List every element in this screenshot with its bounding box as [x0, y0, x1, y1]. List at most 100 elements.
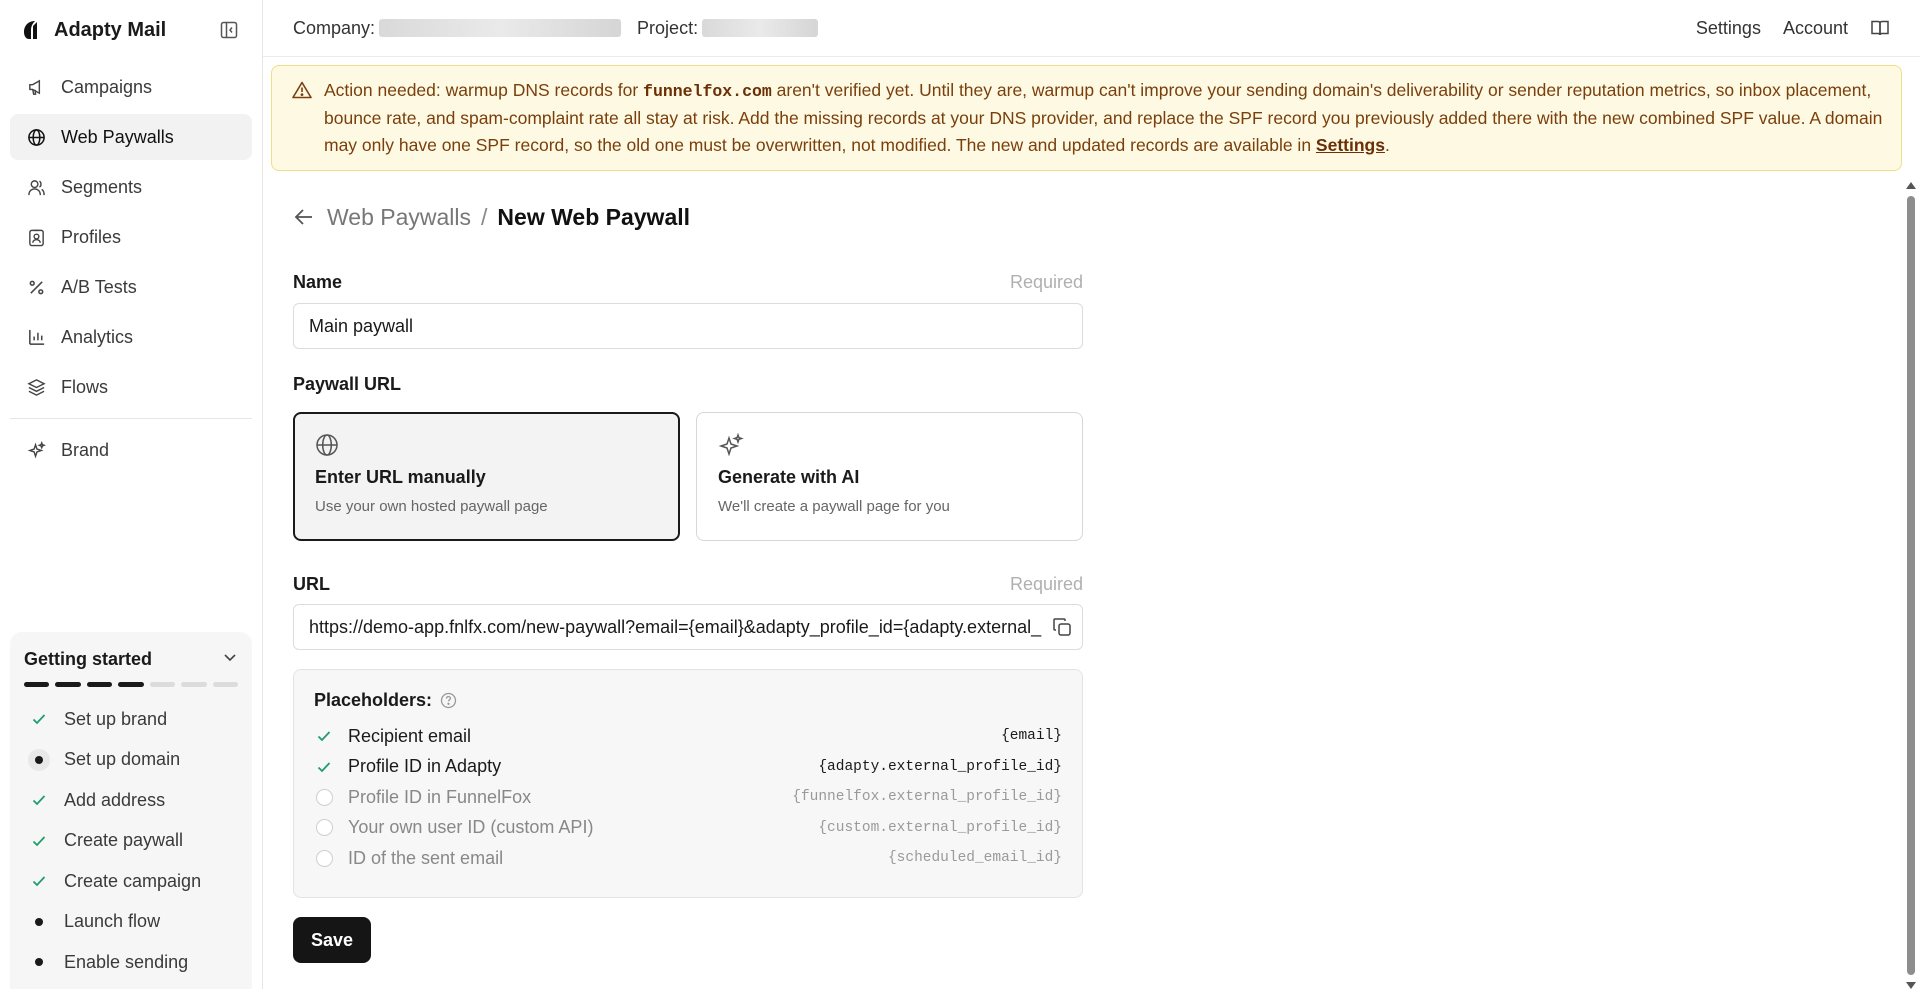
progress-segment: [24, 682, 50, 687]
globe-icon: [315, 433, 658, 457]
url-required-hint: Required: [1009, 574, 1083, 594]
progress-segment: [86, 682, 113, 687]
sidebar-item-campaigns[interactable]: Campaigns: [10, 64, 252, 110]
placeholder-row-sent-email-id[interactable]: ID of the sent email {scheduled_email_id…: [314, 843, 1062, 874]
check-icon: [28, 870, 50, 892]
project-label: Project:: [637, 17, 699, 38]
breadcrumb-separator: /: [481, 203, 488, 230]
company-selector[interactable]: [379, 19, 622, 37]
progress-segment: [212, 682, 238, 687]
chevron-down-icon[interactable]: [222, 649, 238, 670]
name-input-value: Main paywall: [309, 315, 414, 336]
main-nav: Campaigns Web Paywalls Segments Profiles: [0, 64, 262, 473]
sidebar-item-flows[interactable]: Flows: [10, 364, 252, 410]
placeholder-row-funnelfox-profile-id[interactable]: Profile ID in FunnelFox {funnelfox.exter…: [314, 782, 1062, 813]
top-right-actions: Settings Account: [1696, 18, 1890, 39]
gs-item-create-paywall[interactable]: Create paywall: [24, 821, 238, 862]
radio-empty-icon: [314, 818, 334, 838]
check-icon: [314, 726, 334, 746]
sidebar-item-segments[interactable]: Segments: [10, 164, 252, 210]
name-label: Name: [293, 272, 343, 292]
sidebar-item-label: A/B Tests: [61, 276, 137, 297]
scroll-down-arrow-icon[interactable]: [1906, 982, 1916, 989]
scrollbar[interactable]: [1906, 182, 1916, 989]
sidebar-divider: [10, 418, 252, 419]
copy-icon[interactable]: [1052, 617, 1072, 637]
option-title: Enter URL manually: [315, 467, 486, 487]
gs-item-label: Launch flow: [64, 911, 161, 932]
name-input[interactable]: Main paywall: [293, 303, 1083, 349]
getting-started-header[interactable]: Getting started: [24, 646, 238, 672]
placeholder-label: Recipient email: [348, 725, 472, 746]
percent-icon: [26, 277, 46, 297]
placeholder-label: Profile ID in Adapty: [348, 756, 502, 777]
sidebar-item-web-paywalls[interactable]: Web Paywalls: [10, 114, 252, 160]
placeholder-row-recipient-email[interactable]: Recipient email {email}: [314, 721, 1062, 752]
placeholder-row-adapty-profile-id[interactable]: Profile ID in Adapty {adapty.external_pr…: [314, 752, 1062, 783]
radio-empty-icon: [314, 848, 334, 868]
gs-item-add-address[interactable]: Add address: [24, 780, 238, 821]
alert-text-part: .: [1384, 135, 1390, 155]
option-subtitle: Use your own hosted paywall page: [315, 498, 548, 515]
gs-item-label: Set up domain: [64, 749, 181, 770]
progress-segment: [181, 682, 207, 687]
progress-segment: [55, 682, 81, 687]
radio-empty-icon: [314, 787, 334, 807]
gs-item-create-campaign[interactable]: Create campaign: [24, 861, 238, 902]
app-name: Adapty Mail: [54, 18, 167, 41]
placeholder-code: {funnelfox.external_profile_id}: [792, 789, 1062, 806]
company-label: Company:: [293, 17, 376, 38]
layers-icon: [26, 377, 46, 397]
check-icon: [28, 789, 50, 811]
placeholders-title: Placeholders:: [314, 690, 1062, 711]
users-icon: [26, 177, 46, 197]
sidebar-item-profiles[interactable]: Profiles: [10, 214, 252, 260]
sidebar-item-label: Brand: [61, 439, 110, 460]
gs-item-launch-flow[interactable]: Launch flow: [24, 902, 238, 943]
settings-link[interactable]: Settings: [1696, 18, 1761, 39]
account-link[interactable]: Account: [1783, 18, 1848, 39]
progress-segment: [118, 682, 144, 687]
check-icon: [314, 757, 334, 777]
help-circle-icon[interactable]: [440, 692, 457, 709]
collapse-sidebar-icon[interactable]: [218, 19, 240, 41]
sidebar-item-label: Profiles: [61, 226, 122, 247]
gs-item-label: Add address: [64, 789, 166, 810]
getting-started-title: Getting started: [24, 648, 153, 669]
sidebar-item-ab-tests[interactable]: A/B Tests: [10, 264, 252, 310]
gs-item-set-up-domain[interactable]: Set up domain: [24, 740, 238, 781]
placeholder-label: ID of the sent email: [348, 847, 504, 868]
option-generate-with-ai[interactable]: Generate with AI We'll create a paywall …: [696, 412, 1083, 541]
back-arrow-icon[interactable]: [293, 205, 317, 229]
sidebar-item-label: Flows: [61, 376, 109, 397]
paywall-url-label-text: Paywall URL: [293, 374, 402, 394]
gs-item-label: Enable sending: [64, 951, 189, 972]
scrollbar-thumb[interactable]: [1907, 196, 1915, 975]
breadcrumb-web-paywalls[interactable]: Web Paywalls: [327, 204, 471, 231]
url-input-value: https://demo-app.fnlfx.com/new-paywall?e…: [309, 616, 1042, 637]
current-step-dot-icon: [28, 748, 50, 771]
gs-item-set-up-brand[interactable]: Set up brand: [24, 699, 238, 740]
url-label: URL: [293, 574, 330, 594]
save-button[interactable]: Save: [293, 917, 371, 963]
docs-book-icon[interactable]: [1870, 18, 1890, 38]
top-bar: Company: Project: Settings Account: [263, 0, 1920, 57]
placeholder-row-custom-user-id[interactable]: Your own user ID (custom API) {custom.ex…: [314, 813, 1062, 844]
url-input[interactable]: https://demo-app.fnlfx.com/new-paywall?e…: [293, 604, 1083, 650]
placeholder-label: Profile ID in FunnelFox: [348, 786, 532, 807]
sidebar-item-brand[interactable]: Brand: [10, 427, 252, 473]
option-enter-url-manually[interactable]: Enter URL manually Use your own hosted p…: [293, 412, 680, 541]
alert-settings-link[interactable]: Settings: [1316, 135, 1385, 155]
sidebar-item-analytics[interactable]: Analytics: [10, 314, 252, 360]
placeholder-code: {adapty.external_profile_id}: [818, 758, 1062, 775]
todo-dot-icon: [28, 951, 50, 973]
sidebar: Adapty Mail Campaigns Web Paywalls Segme…: [0, 0, 263, 989]
sparkles-icon: [26, 440, 46, 460]
breadcrumb: Web Paywalls / New Web Paywall: [293, 200, 690, 234]
paywall-url-options: Enter URL manually Use your own hosted p…: [293, 412, 1083, 541]
sparkles-icon: [718, 432, 1061, 457]
project-selector[interactable]: [702, 19, 819, 37]
scroll-up-arrow-icon[interactable]: [1906, 182, 1916, 189]
progress-segment: [149, 682, 176, 687]
gs-item-enable-sending[interactable]: Enable sending: [24, 942, 238, 983]
